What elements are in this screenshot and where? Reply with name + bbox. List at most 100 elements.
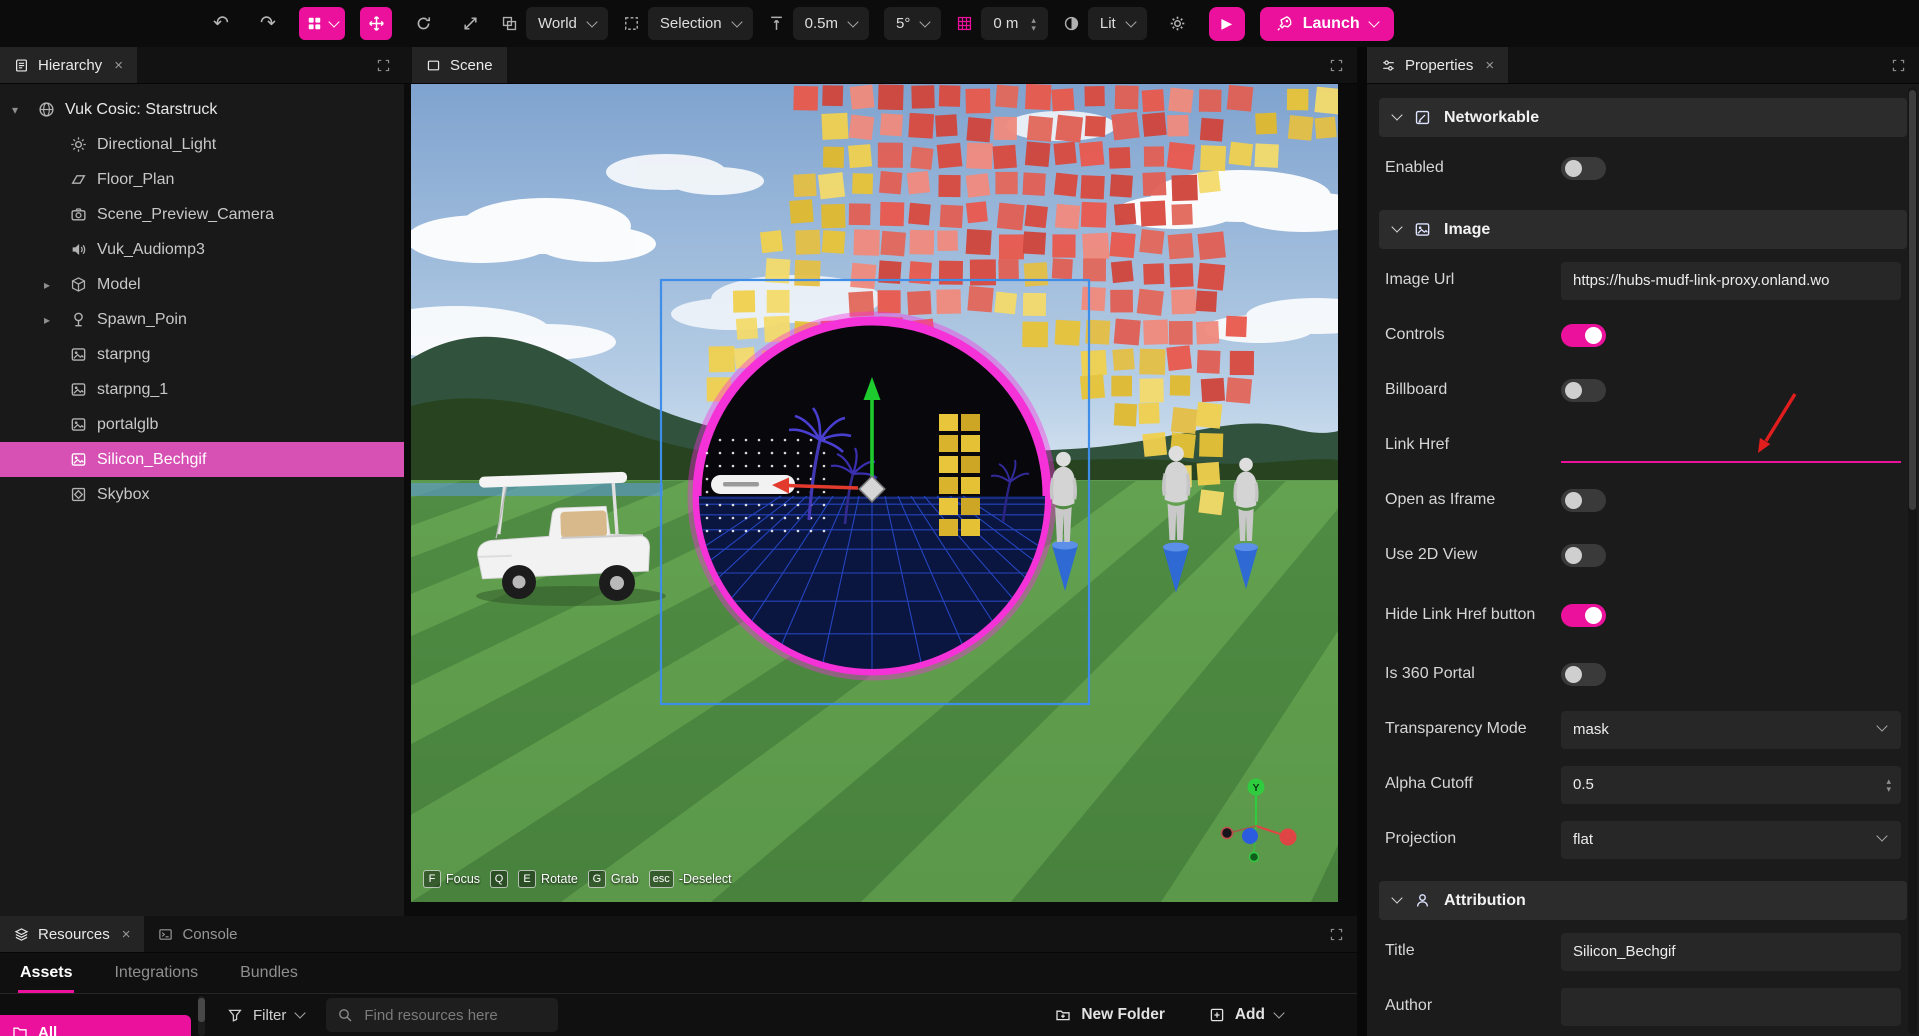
scale-tool-button[interactable] <box>454 7 486 40</box>
rotate-tool-icon <box>415 15 432 32</box>
key-badge: G <box>588 870 606 888</box>
add-button[interactable]: Add <box>1209 1006 1283 1024</box>
hierarchy-item-skybox[interactable]: Skybox <box>0 477 404 512</box>
chevron-right-icon[interactable]: ▸ <box>44 278 70 292</box>
chevron-right-icon[interactable]: ▸ <box>44 313 70 327</box>
hierarchy-item-scene-preview-camera[interactable]: Scene_Preview_Camera <box>0 197 404 232</box>
filter-button[interactable]: Filter <box>221 1007 310 1024</box>
tab-resources[interactable]: Resources × <box>0 916 144 952</box>
grid-height-stepper[interactable]: 0 m ▴▾ <box>981 7 1048 40</box>
hierarchy-item-root[interactable]: ▾ Vuk Cosic: Starstruck <box>0 92 404 127</box>
billboard-toggle[interactable] <box>1561 379 1606 402</box>
expand-scene-panel-icon[interactable] <box>1329 58 1344 73</box>
transform-space-value: World <box>538 15 577 32</box>
scene-3d-view[interactable]: Y <box>411 84 1338 902</box>
stepper-arrows-icon[interactable]: ▴▾ <box>1886 777 1891 793</box>
projection-value: flat <box>1573 831 1593 848</box>
hierarchy-item-label: Scene_Preview_Camera <box>97 206 274 224</box>
close-hierarchy-tab-icon[interactable]: × <box>114 57 123 74</box>
hierarchy-item-silicon-bechgif[interactable]: Silicon_Bechgif <box>0 442 404 477</box>
hierarchy-item-label: Vuk_Audiomp3 <box>97 241 205 259</box>
link-href-input[interactable] <box>1561 429 1901 463</box>
alpha-cutoff-stepper[interactable]: 0.5 ▴▾ <box>1561 766 1901 804</box>
lighting-dropdown[interactable]: Lit <box>1088 7 1147 40</box>
prop-row-alpha-cutoff: Alpha Cutoff 0.5 ▴▾ <box>1367 757 1919 812</box>
hierarchy-item-directional-light[interactable]: Directional_Light <box>0 127 404 162</box>
hierarchy-item-portalglb[interactable]: portalglb <box>0 407 404 442</box>
chevron-down-icon[interactable]: ▾ <box>12 103 38 117</box>
translate-snap-dropdown[interactable]: 0.5m <box>793 7 869 40</box>
scrollbar-thumb[interactable] <box>198 998 205 1022</box>
open-iframe-toggle[interactable] <box>1561 489 1606 512</box>
projection-select[interactable]: flat <box>1561 821 1901 859</box>
redo-button[interactable]: ↷ <box>252 7 284 40</box>
play-icon: ▶ <box>1221 15 1232 32</box>
tab-scene[interactable]: Scene <box>412 47 507 83</box>
use-2d-view-toggle[interactable] <box>1561 544 1606 567</box>
scene-viewport[interactable]: Y F Focus Q E Rotate G Grab esc -Deselec… <box>411 84 1338 902</box>
hierarchy-item-starpng-1[interactable]: starpng_1 <box>0 372 404 407</box>
is-360-portal-toggle[interactable] <box>1561 663 1606 686</box>
camera-icon <box>70 206 87 223</box>
tab-properties[interactable]: Properties × <box>1367 47 1508 83</box>
move-tool-button[interactable] <box>360 7 392 40</box>
expand-resources-panel-icon[interactable] <box>1329 927 1344 942</box>
transparency-mode-select[interactable]: mask <box>1561 711 1901 749</box>
prop-row-image-url: Image Url <box>1367 253 1919 308</box>
section-attribution[interactable]: Attribution <box>1379 881 1907 920</box>
hierarchy-item-model[interactable]: ▸ Model <box>0 267 404 302</box>
hierarchy-item-label: Spawn_Poin <box>97 311 187 329</box>
stepper-arrows-icon[interactable]: ▴▾ <box>1031 16 1036 32</box>
section-image[interactable]: Image <box>1379 210 1907 249</box>
selection-mode-dropdown[interactable]: Selection <box>648 7 753 40</box>
tab-console[interactable]: Console <box>144 916 251 952</box>
hierarchy-item-starpng[interactable]: starpng <box>0 337 404 372</box>
folder-item-all[interactable]: All <box>0 1015 191 1036</box>
hierarchy-item-floor-plan[interactable]: Floor_Plan <box>0 162 404 197</box>
settings-button[interactable] <box>1162 7 1194 40</box>
prop-label: Author <box>1385 996 1561 1017</box>
hide-link-href-toggle[interactable] <box>1561 604 1606 627</box>
section-networkable[interactable]: Networkable <box>1379 98 1907 137</box>
controls-toggle[interactable] <box>1561 324 1606 347</box>
title-input[interactable] <box>1561 933 1901 971</box>
chevron-down-icon <box>731 16 742 27</box>
rotate-snap-dropdown[interactable]: 5° <box>884 7 941 40</box>
scrollbar-thumb[interactable] <box>1909 90 1916 510</box>
grid-tool-button[interactable] <box>299 7 345 40</box>
resources-search[interactable] <box>326 998 558 1032</box>
translate-snap-icon <box>768 15 785 32</box>
image-url-input[interactable] <box>1561 262 1901 300</box>
enabled-toggle[interactable] <box>1561 157 1606 180</box>
subtab-bundles[interactable]: Bundles <box>238 953 300 993</box>
undo-button[interactable]: ↶ <box>205 7 237 40</box>
rotate-tool-button[interactable] <box>407 7 439 40</box>
filter-label: Filter <box>253 1007 286 1024</box>
prop-label: Title <box>1385 941 1561 962</box>
spawn-pin-icon <box>70 311 87 328</box>
launch-button[interactable]: Launch <box>1260 7 1394 41</box>
search-input[interactable] <box>362 1006 547 1025</box>
play-button[interactable]: ▶ <box>1209 7 1245 41</box>
person-icon <box>1414 892 1431 909</box>
grid-snap-icon[interactable] <box>956 15 973 32</box>
transparency-mode-value: mask <box>1573 721 1609 738</box>
chevron-down-icon <box>1368 16 1379 27</box>
new-folder-button[interactable]: New Folder <box>1055 1006 1165 1024</box>
subtab-integrations[interactable]: Integrations <box>112 953 200 993</box>
properties-scrollbar[interactable] <box>1908 87 1917 1034</box>
tab-hierarchy[interactable]: Hierarchy × <box>0 47 137 83</box>
hierarchy-item-spawn-point[interactable]: ▸ Spawn_Poin <box>0 302 404 337</box>
expand-hierarchy-panel-icon[interactable] <box>376 58 391 73</box>
subtab-assets[interactable]: Assets <box>18 953 74 993</box>
new-folder-label: New Folder <box>1081 1006 1165 1024</box>
folders-scrollbar[interactable] <box>198 996 205 1036</box>
prop-row-author: Author <box>1367 979 1919 1034</box>
expand-properties-panel-icon[interactable] <box>1891 58 1906 73</box>
close-resources-tab-icon[interactable]: × <box>122 926 131 943</box>
close-properties-tab-icon[interactable]: × <box>1485 57 1494 74</box>
author-input[interactable] <box>1561 988 1901 1026</box>
transform-space-dropdown[interactable]: World <box>526 7 608 40</box>
hierarchy-item-audio[interactable]: Vuk_Audiomp3 <box>0 232 404 267</box>
scale-tool-icon <box>462 15 479 32</box>
